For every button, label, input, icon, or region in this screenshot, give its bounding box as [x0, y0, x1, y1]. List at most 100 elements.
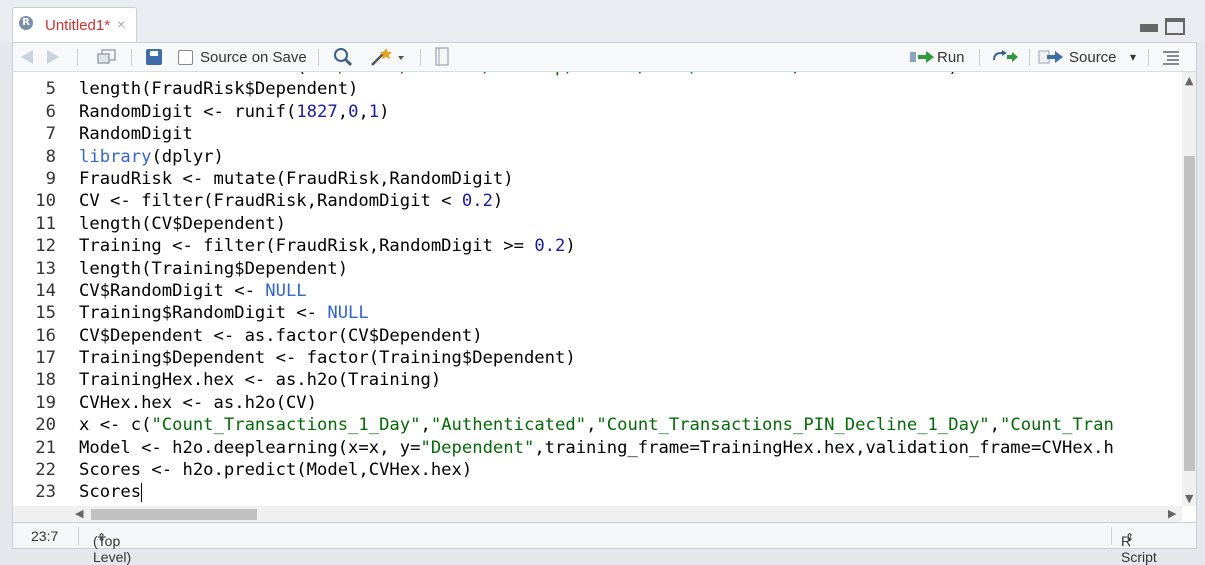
forward-arrow-icon [47, 50, 59, 64]
scroll-left-icon[interactable]: ◀ [75, 507, 83, 520]
scope-label: (Top Level) [93, 533, 132, 565]
close-icon[interactable]: × [117, 16, 125, 32]
filetype-label: R Script [1121, 533, 1157, 565]
line-number: 17 [35, 348, 56, 369]
code-line[interactable]: 20 x <- c("Count_Transactions_1_Day","Aut… [13, 414, 1182, 436]
code-line[interactable]: 10 CV <- filter(FraudRisk,RandomDigit < 0… [13, 190, 1182, 212]
vertical-scroll-thumb[interactable] [1184, 156, 1195, 471]
source-icon [1038, 50, 1063, 64]
line-number: 15 [35, 303, 56, 324]
code-line[interactable]: 8 library(dplyr) [13, 146, 1182, 168]
horizontal-scrollbar[interactable]: ◀ ▶ [13, 506, 1182, 522]
line-number: 7 [45, 124, 56, 145]
compile-report-button[interactable] [434, 43, 450, 71]
run-arrow-icon [910, 51, 934, 63]
code-text[interactable]: length(Training$Dependent) [79, 258, 348, 280]
scope-selector[interactable]: (Top Level) ⇕ [93, 528, 131, 565]
code-text[interactable]: Model <- h2o.deeplearning(x=x, y="Depend… [79, 437, 1114, 459]
line-number: 21 [35, 437, 56, 458]
code-line[interactable]: 15 Training$RandomDigit <- NULL [13, 302, 1182, 324]
back-arrow-icon [21, 50, 33, 64]
tab-title: Untitled1* [45, 17, 111, 34]
source-on-save-label: Source on Save [200, 48, 307, 66]
line-number: 8 [45, 146, 56, 167]
line-number: 6 [45, 101, 56, 122]
show-in-window-button[interactable] [97, 43, 117, 71]
code-line[interactable]: 19 CVHex.hex <- as.h2o(CV) [13, 392, 1182, 414]
line-number: 13 [35, 258, 56, 279]
magic-wand-icon [371, 48, 404, 66]
forward-button[interactable] [47, 43, 59, 71]
source-button[interactable]: Source [1038, 43, 1117, 71]
code-line[interactable]: 21 Model <- h2o.deeplearning(x=x, y="Depe… [13, 437, 1182, 459]
line-number: 12 [35, 236, 56, 257]
maximize-pane-icon[interactable] [1165, 18, 1185, 35]
code-line[interactable]: 17 Training$Dependent <- factor(Training$… [13, 347, 1182, 369]
line-number: 20 [35, 415, 56, 436]
code-text[interactable]: CV$Dependent <- as.factor(CV$Dependent) [79, 325, 483, 347]
code-text[interactable]: CVHex.hex <- as.h2o(CV) [79, 392, 317, 414]
code-line[interactable]: 7 RandomDigit [13, 123, 1182, 145]
r-file-icon: R [19, 16, 33, 30]
back-button[interactable] [21, 43, 33, 71]
source-label: Source [1069, 48, 1117, 66]
code-text[interactable]: Training$Dependent <- factor(Training$De… [79, 347, 576, 369]
code-text[interactable]: RandomDigit [79, 123, 193, 145]
code-line[interactable]: 23 Scores [13, 481, 1182, 503]
code-text[interactable]: Training <- filter(FraudRisk,RandomDigit… [79, 235, 576, 257]
code-text[interactable]: Scores [79, 481, 143, 503]
code-line[interactable]: 5 length(FraudRisk$Dependent) [13, 78, 1182, 100]
popout-icon [97, 49, 116, 64]
search-icon [334, 48, 353, 67]
find-button[interactable] [333, 43, 353, 71]
code-line[interactable]: 14 CV$RandomDigit <- NULL [13, 280, 1182, 302]
line-number: 11 [35, 213, 56, 234]
line-number: 23 [35, 482, 56, 503]
tab-bar: R Untitled1* × [0, 0, 1205, 42]
minimize-pane-icon[interactable] [1140, 24, 1158, 32]
checkbox-icon[interactable] [178, 49, 193, 65]
rerun-icon [993, 50, 1018, 62]
code-text[interactable]: length(CV$Dependent) [79, 213, 286, 235]
code-text[interactable]: CV$RandomDigit <- NULL [79, 280, 307, 302]
code-line[interactable]: 22 Scores <- h2o.predict(Model,CVHex.hex) [13, 459, 1182, 481]
line-number: 9 [45, 168, 56, 189]
code-editor[interactable]: 4FraudRisk <- read.csv("C:/Users/Richard… [12, 72, 1197, 522]
code-tools-button[interactable] [370, 43, 404, 71]
source-dropdown-icon[interactable]: ▾ [1130, 43, 1136, 71]
code-line[interactable]: 9 FraudRisk <- mutate(FraudRisk,RandomDig… [13, 168, 1182, 190]
code-text[interactable]: x <- c("Count_Transactions_1_Day","Authe… [79, 414, 1114, 436]
code-line[interactable]: 6 RandomDigit <- runif(1827,0,1) [13, 101, 1182, 123]
code-line[interactable]: 11 length(CV$Dependent) [13, 213, 1182, 235]
code-text[interactable]: CV <- filter(FraudRisk,RandomDigit < 0.2… [79, 190, 503, 212]
code-line[interactable]: 13 length(Training$Dependent) [13, 258, 1182, 280]
notebook-icon [435, 47, 449, 66]
code-line[interactable]: 12 Training <- filter(FraudRisk,RandomDig… [13, 235, 1182, 257]
scroll-up-icon[interactable]: ▲ [1185, 74, 1193, 87]
code-text[interactable]: RandomDigit <- runif(1827,0,1) [79, 101, 390, 123]
scroll-right-icon[interactable]: ▶ [1168, 507, 1176, 520]
line-number: 16 [35, 325, 56, 346]
line-number: 5 [45, 79, 56, 100]
code-text[interactable]: Scores <- h2o.predict(Model,CVHex.hex) [79, 459, 472, 481]
tab-untitled1[interactable]: R Untitled1* × [12, 7, 137, 42]
cursor-position: 23:7 [31, 528, 59, 544]
line-number: 19 [35, 392, 56, 413]
vertical-scrollbar[interactable]: ▲ ▼ [1182, 72, 1196, 506]
outline-icon [1163, 51, 1179, 65]
code-text[interactable]: length(FraudRisk$Dependent) [79, 78, 358, 100]
source-on-save-checkbox[interactable]: Source on Save [178, 43, 307, 71]
horizontal-scroll-thumb[interactable] [91, 509, 257, 520]
save-button[interactable] [146, 43, 162, 71]
code-text[interactable]: FraudRisk <- mutate(FraudRisk,RandomDigi… [79, 168, 514, 190]
outline-button[interactable] [1161, 43, 1181, 71]
scroll-down-icon[interactable]: ▼ [1185, 492, 1193, 505]
code-text[interactable]: library(dplyr) [79, 146, 224, 168]
run-button[interactable]: Run [909, 43, 965, 71]
code-line[interactable]: 18 TrainingHex.hex <- as.h2o(Training) [13, 369, 1182, 391]
filetype-selector[interactable]: R Script ⇕ [1121, 528, 1157, 565]
rerun-button[interactable] [991, 43, 1019, 71]
code-text[interactable]: TrainingHex.hex <- as.h2o(Training) [79, 369, 441, 391]
code-line[interactable]: 16 CV$Dependent <- as.factor(CV$Dependent… [13, 325, 1182, 347]
code-text[interactable]: Training$RandomDigit <- NULL [79, 302, 369, 324]
